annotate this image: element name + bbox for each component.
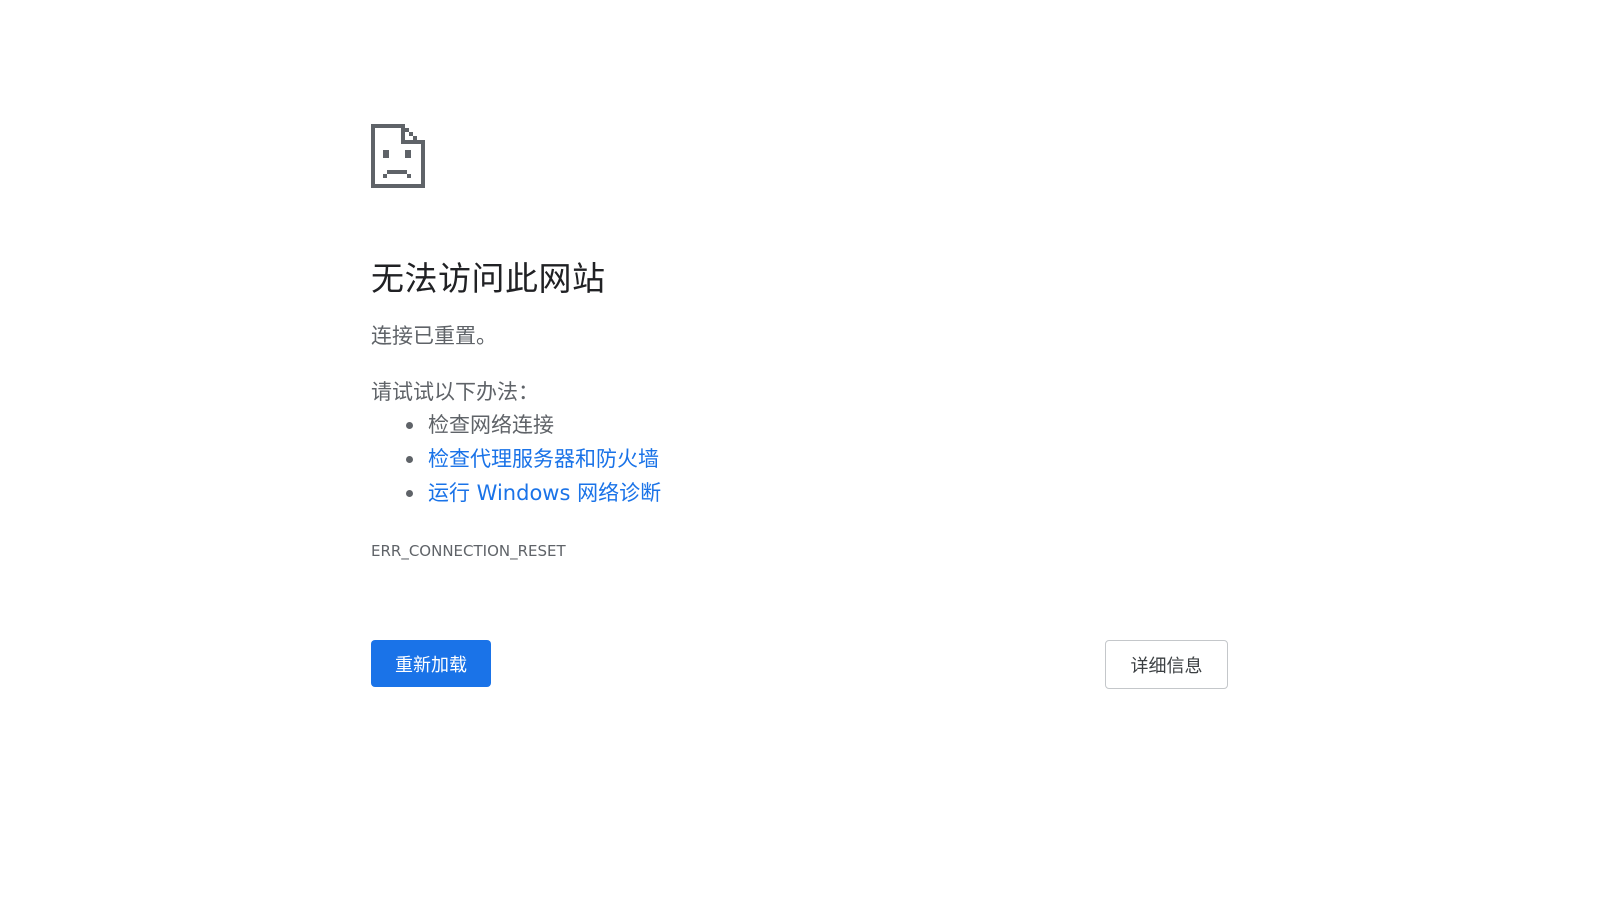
suggestions-heading: 请试试以下办法： <box>371 380 539 404</box>
suggestion-run-windows-diagnostics-link[interactable]: 运行 Windows 网络诊断 <box>428 481 661 505</box>
suggestion-item: 检查代理服务器和防火墙 <box>371 442 661 476</box>
suggestion-check-proxy-firewall-link[interactable]: 检查代理服务器和防火墙 <box>428 447 659 471</box>
suggestion-check-network: 检查网络连接 <box>428 413 554 437</box>
error-code: ERR_CONNECTION_RESET <box>371 542 566 560</box>
bullet-icon <box>406 490 413 497</box>
suggestion-item: 运行 Windows 网络诊断 <box>371 476 661 510</box>
bullet-icon <box>406 422 413 429</box>
sad-document-icon <box>371 124 425 188</box>
reload-button[interactable]: 重新加载 <box>371 640 491 687</box>
page-title: 无法访问此网站 <box>371 259 606 298</box>
error-page: 无法访问此网站 连接已重置。 请试试以下办法： 检查网络连接 检查代理服务器和防… <box>0 0 1600 900</box>
error-summary: 连接已重置。 <box>371 324 497 348</box>
bullet-icon <box>406 456 413 463</box>
suggestions-list: 检查网络连接 检查代理服务器和防火墙 运行 Windows 网络诊断 <box>371 408 661 510</box>
suggestion-item: 检查网络连接 <box>371 408 661 442</box>
details-button[interactable]: 详细信息 <box>1105 640 1228 689</box>
